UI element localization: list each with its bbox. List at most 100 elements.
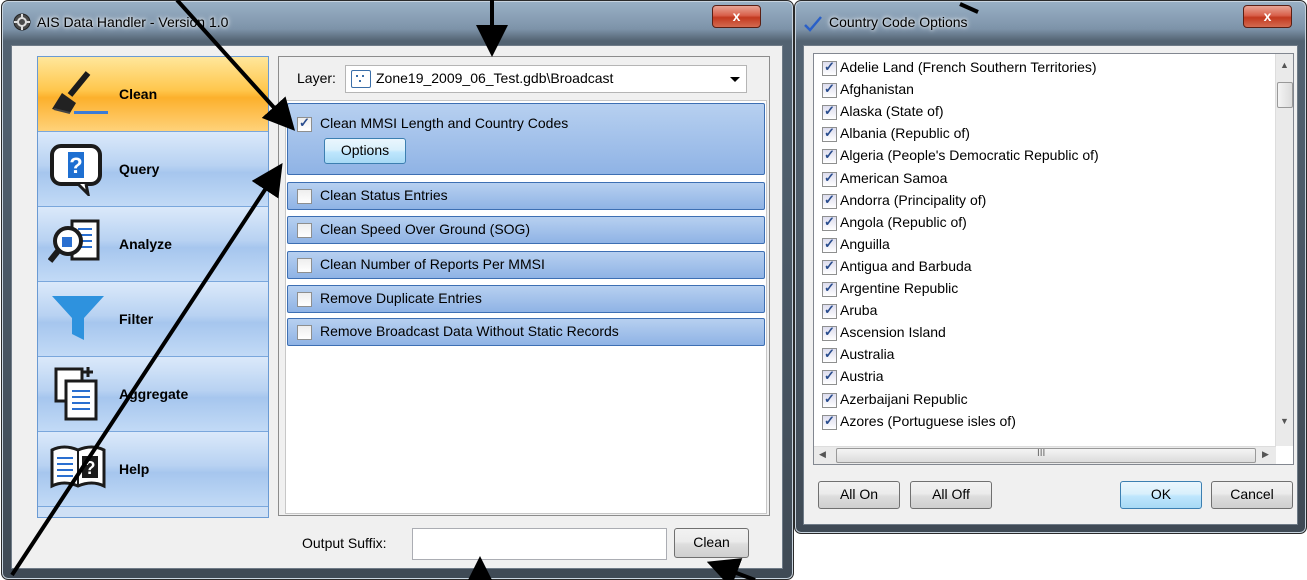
country-checkbox[interactable]	[822, 81, 837, 99]
country-checkbox[interactable]	[822, 236, 837, 253]
country-checkbox[interactable]	[822, 192, 837, 209]
country-name: Anguilla	[840, 235, 890, 252]
country-name: Albania (Republic of)	[840, 125, 970, 142]
stacked-documents-icon	[54, 367, 98, 421]
task-remove-no-static: Remove Broadcast Data Without Static Rec…	[287, 318, 765, 346]
country-checkbox[interactable]	[822, 214, 837, 231]
nav-label-clean: Clean	[119, 86, 158, 102]
main-title-bar[interactable]: AIS Data Handler - Version 1.0 x	[2, 1, 793, 41]
cancel-button[interactable]: Cancel	[1211, 481, 1293, 509]
country-name: Azores (Portuguese isles of)	[840, 412, 1016, 429]
country-checkbox[interactable]	[822, 59, 837, 76]
country-name: Australia	[840, 346, 895, 363]
question-bubble-icon: ?	[50, 144, 102, 196]
nav-label-filter: Filter	[119, 311, 154, 327]
country-name: Alaska (State of)	[840, 103, 944, 120]
country-checkbox[interactable]	[822, 258, 837, 275]
horizontal-scrollbar[interactable]: ◀ III ▶	[814, 446, 1276, 464]
scroll-down-icon[interactable]: ▼	[1280, 416, 1289, 426]
task-label-clean-mmsi: Clean MMSI Length and Country Codes	[320, 115, 569, 131]
country-name: Angola (Republic of)	[840, 213, 967, 230]
task-label-clean-sog: Clean Speed Over Ground (SOG)	[320, 221, 531, 237]
task-clean-reports: Clean Number of Reports Per MMSI	[287, 251, 765, 279]
task-checkbox-clean-mmsi[interactable]	[297, 115, 312, 132]
country-checkbox[interactable]	[822, 413, 837, 430]
nav-panel: Clean ? Query Analyze Filter Aggregate ?…	[37, 56, 269, 518]
task-checkbox-clean-sog[interactable]	[297, 223, 312, 238]
task-checkbox-clean-reports[interactable]	[297, 258, 312, 273]
scroll-up-icon[interactable]: ▲	[1280, 60, 1289, 70]
layer-dropdown[interactable]: Zone19_2009_06_Test.gdb\Broadcast	[345, 65, 747, 93]
clean-button[interactable]: Clean	[674, 528, 749, 558]
country-checkbox[interactable]	[822, 170, 837, 187]
all-off-button[interactable]: All Off	[910, 481, 992, 509]
output-suffix-label: Output Suffix:	[302, 535, 387, 551]
nav-label-help: Help	[119, 461, 150, 477]
task-label-clean-status: Clean Status Entries	[320, 187, 448, 203]
svg-text:?: ?	[69, 153, 82, 178]
country-name: Argentine Republic	[840, 280, 959, 296]
country-checkbox[interactable]	[822, 103, 837, 121]
horizontal-scroll-thumb[interactable]: III	[836, 448, 1256, 463]
country-name: Adelie Land (French Southern Territories…	[840, 59, 1097, 75]
task-clean-mmsi: Clean MMSI Length and Country Codes Opti…	[287, 103, 765, 175]
country-checkbox[interactable]	[822, 368, 837, 386]
country-close-button[interactable]: x	[1243, 5, 1292, 28]
country-list[interactable]: Adelie Land (French Southern Territories…	[813, 53, 1294, 465]
vertical-scroll-thumb[interactable]	[1277, 82, 1293, 108]
task-label-clean-reports: Clean Number of Reports Per MMSI	[320, 256, 545, 272]
country-name: Austria	[840, 368, 884, 385]
scroll-right-icon[interactable]: ▶	[1262, 449, 1269, 460]
country-window-title: Country Code Options	[829, 14, 968, 30]
magnifier-document-icon	[48, 219, 100, 263]
gear-app-icon	[13, 13, 31, 31]
country-name: American Samoa	[840, 169, 948, 186]
funnel-icon	[52, 296, 104, 340]
ok-button[interactable]: OK	[1120, 481, 1202, 509]
nav-item-analyze[interactable]: Analyze	[38, 207, 268, 282]
checkmark-icon	[804, 16, 822, 32]
main-window-title: AIS Data Handler - Version 1.0	[37, 14, 229, 30]
nav-item-filter[interactable]: Filter	[38, 282, 268, 357]
task-clean-status: Clean Status Entries	[287, 182, 765, 210]
chevron-down-icon[interactable]	[730, 77, 740, 82]
nav-label-aggregate: Aggregate	[119, 386, 189, 402]
country-checkbox[interactable]	[822, 346, 837, 364]
output-suffix-input[interactable]	[412, 528, 667, 560]
task-label-remove-duplicates: Remove Duplicate Entries	[320, 290, 482, 306]
main-close-button[interactable]: x	[712, 5, 761, 28]
nav-item-aggregate[interactable]: Aggregate	[38, 357, 268, 432]
country-name: Aruba	[840, 302, 878, 319]
country-checkbox[interactable]	[822, 302, 837, 320]
point-layer-icon	[351, 70, 371, 88]
country-name: Azerbaijani Republic	[840, 390, 968, 407]
task-remove-duplicates: Remove Duplicate Entries	[287, 285, 765, 313]
task-checkbox-remove-duplicates[interactable]	[297, 292, 312, 307]
country-name: Antigua and Barbuda	[840, 257, 972, 274]
svg-text:?: ?	[85, 458, 96, 478]
options-button[interactable]: Options	[324, 138, 406, 164]
layer-label: Layer:	[297, 70, 336, 86]
country-checkbox[interactable]	[822, 280, 837, 297]
country-name: Algeria (People's Democratic Republic of…	[840, 147, 1099, 164]
nav-item-query[interactable]: ? Query	[38, 132, 268, 207]
vertical-scrollbar[interactable]: ▲ ▼	[1275, 54, 1293, 446]
task-label-remove-no-static: Remove Broadcast Data Without Static Rec…	[320, 323, 619, 339]
country-checkbox[interactable]	[822, 324, 837, 342]
nav-label-analyze: Analyze	[119, 236, 172, 252]
all-on-button[interactable]: All On	[818, 481, 900, 509]
task-checkbox-clean-status[interactable]	[297, 189, 312, 204]
nav-item-help[interactable]: ? Help	[38, 432, 268, 507]
nav-item-clean[interactable]: Clean	[38, 57, 268, 132]
country-title-bar[interactable]: Country Code Options x	[795, 1, 1306, 41]
country-checkbox[interactable]	[822, 391, 837, 408]
broom-icon	[52, 71, 108, 114]
scroll-grip: III	[1037, 448, 1046, 459]
layer-value: Zone19_2009_06_Test.gdb\Broadcast	[376, 70, 614, 86]
country-checkbox[interactable]	[822, 147, 837, 165]
task-checkbox-remove-no-static[interactable]	[297, 325, 312, 340]
country-checkbox[interactable]	[822, 125, 837, 143]
country-name: Andorra (Principality of)	[840, 191, 987, 208]
nav-label-query: Query	[119, 161, 160, 177]
scroll-left-icon[interactable]: ◀	[819, 449, 826, 460]
